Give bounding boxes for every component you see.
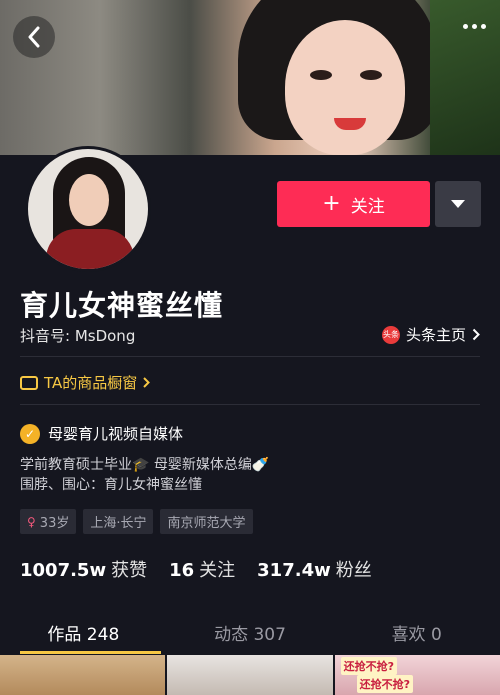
plus-icon: +: [322, 191, 341, 216]
stats-row: 1007.5w 获赞 16 关注 317.4w 粉丝: [20, 556, 372, 582]
shop-label: TA的商品橱窗: [44, 374, 138, 392]
verified-check-icon: ✓: [20, 423, 40, 444]
toutiao-label: 头条主页: [405, 326, 466, 344]
back-button[interactable]: [13, 16, 55, 58]
likes-label: 获赞: [111, 560, 148, 581]
cover-eye-left: [310, 70, 332, 80]
divider: [20, 356, 480, 357]
following-value: 16: [169, 560, 195, 581]
more-dots-icon: [481, 24, 486, 29]
bio-line-2: 围脖、围心：育儿女神蜜丝懂: [20, 477, 202, 493]
bio-line-1: 学前教育硕士毕业🎓 母婴新媒体总编🍼: [20, 457, 270, 473]
toutiao-icon: 头条: [381, 325, 400, 344]
shop-icon: [20, 375, 38, 390]
shop-window-link[interactable]: TA的商品橱窗: [20, 372, 151, 393]
more-dots-icon: [472, 24, 477, 29]
followers-label: 粉丝: [335, 560, 372, 581]
avatar-body: [46, 229, 134, 269]
toutiao-homepage-link[interactable]: 头条 头条主页: [381, 324, 480, 345]
tab-works[interactable]: 作品 248: [0, 612, 167, 654]
likes-stat[interactable]: 1007.5w 获赞: [20, 556, 147, 582]
thumbnail-caption: 还抢不抢?: [356, 675, 414, 693]
chevron-right-icon: [472, 328, 480, 341]
tab-likes[interactable]: 喜欢 0: [333, 612, 500, 652]
verification-label: 母婴育儿视频自媒体: [48, 425, 184, 443]
profile-tags: ♀ 33岁 上海·长宁 南京师范大学: [20, 509, 253, 534]
school-tag: 南京师范大学: [160, 509, 253, 534]
cover-face: [285, 20, 405, 155]
video-thumbnail[interactable]: [167, 655, 333, 695]
following-label: 关注: [199, 560, 236, 581]
avatar[interactable]: [25, 146, 151, 272]
followers-value: 317.4w: [257, 560, 331, 581]
divider: [20, 404, 480, 405]
cover-eye-right: [360, 70, 382, 80]
video-thumbnail[interactable]: [0, 655, 166, 695]
follow-button-label: 关注: [350, 196, 385, 217]
bio: 学前教育硕士毕业🎓 母婴新媒体总编🍼 围脖、围心：育儿女神蜜丝懂: [20, 455, 269, 495]
more-button[interactable]: [463, 24, 486, 29]
likes-value: 1007.5w: [20, 560, 107, 581]
more-dots-icon: [463, 24, 468, 29]
caret-down-icon: [451, 200, 465, 208]
following-stat[interactable]: 16 关注: [169, 556, 235, 582]
chevron-right-icon: [143, 377, 151, 388]
female-icon: ♀: [27, 514, 36, 529]
recommend-dropdown-button[interactable]: [435, 181, 481, 227]
age-tag-label: 33岁: [39, 516, 70, 531]
location-tag: 上海·长宁: [83, 509, 154, 534]
works-grid: 还抢不抢? 还抢不抢?: [0, 655, 500, 695]
age-tag: ♀ 33岁: [20, 509, 77, 534]
nickname: 育儿女神蜜丝懂: [20, 289, 224, 322]
thumbnail-caption: 还抢不抢?: [340, 657, 398, 675]
cover-photo: [0, 0, 500, 155]
followers-stat[interactable]: 317.4w 粉丝: [257, 556, 372, 582]
verification: ✓ 母婴育儿视频自媒体: [20, 423, 183, 444]
follow-button[interactable]: + 关注: [277, 181, 430, 227]
tab-moments[interactable]: 动态 307: [167, 612, 334, 652]
douyin-id: 抖音号: MsDong: [20, 327, 136, 345]
chevron-left-icon: [28, 26, 40, 48]
avatar-face: [69, 174, 109, 226]
video-thumbnail[interactable]: 还抢不抢? 还抢不抢?: [334, 655, 500, 695]
content-tabs: 作品 248 动态 307 喜欢 0: [0, 612, 500, 654]
